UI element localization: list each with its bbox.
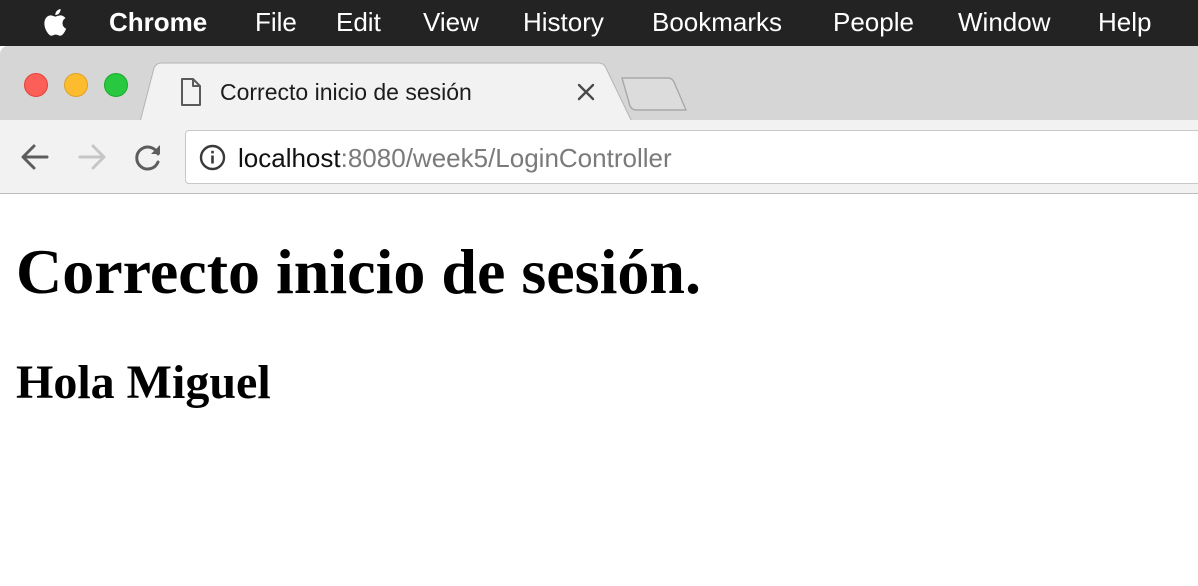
new-tab-button[interactable] (618, 76, 690, 112)
close-icon[interactable] (574, 80, 598, 104)
window-zoom-button[interactable] (104, 73, 128, 97)
url-text[interactable]: localhost:8080/week5/LoginController (238, 142, 672, 174)
menu-window[interactable]: Window (958, 7, 1050, 37)
menu-people[interactable]: People (833, 7, 914, 37)
menu-chrome[interactable]: Chrome (109, 7, 207, 37)
menu-bookmarks[interactable]: Bookmarks (652, 7, 782, 37)
url-host: localhost (238, 143, 341, 173)
menu-view[interactable]: View (423, 7, 479, 37)
info-icon[interactable] (199, 144, 226, 171)
window-close-button[interactable] (24, 73, 48, 97)
menu-bar: Chrome File Edit View History Bookmarks … (0, 0, 1198, 46)
document-icon (181, 78, 201, 106)
menu-edit[interactable]: Edit (336, 7, 381, 37)
apple-logo-icon[interactable] (40, 4, 72, 40)
url-path: :8080/week5/LoginController (340, 143, 672, 173)
page-title: Correcto inicio de sesión. (16, 236, 701, 307)
window-minimize-button[interactable] (64, 73, 88, 97)
menu-help[interactable]: Help (1098, 7, 1151, 37)
tab-title: Correcto inicio de sesión (220, 79, 472, 105)
reload-icon[interactable] (131, 140, 165, 174)
back-arrow-icon[interactable] (18, 140, 52, 174)
menu-file[interactable]: File (255, 7, 297, 37)
menu-history[interactable]: History (523, 7, 604, 37)
forward-arrow-icon[interactable] (75, 140, 109, 174)
greeting-heading: Hola Miguel (16, 356, 271, 409)
